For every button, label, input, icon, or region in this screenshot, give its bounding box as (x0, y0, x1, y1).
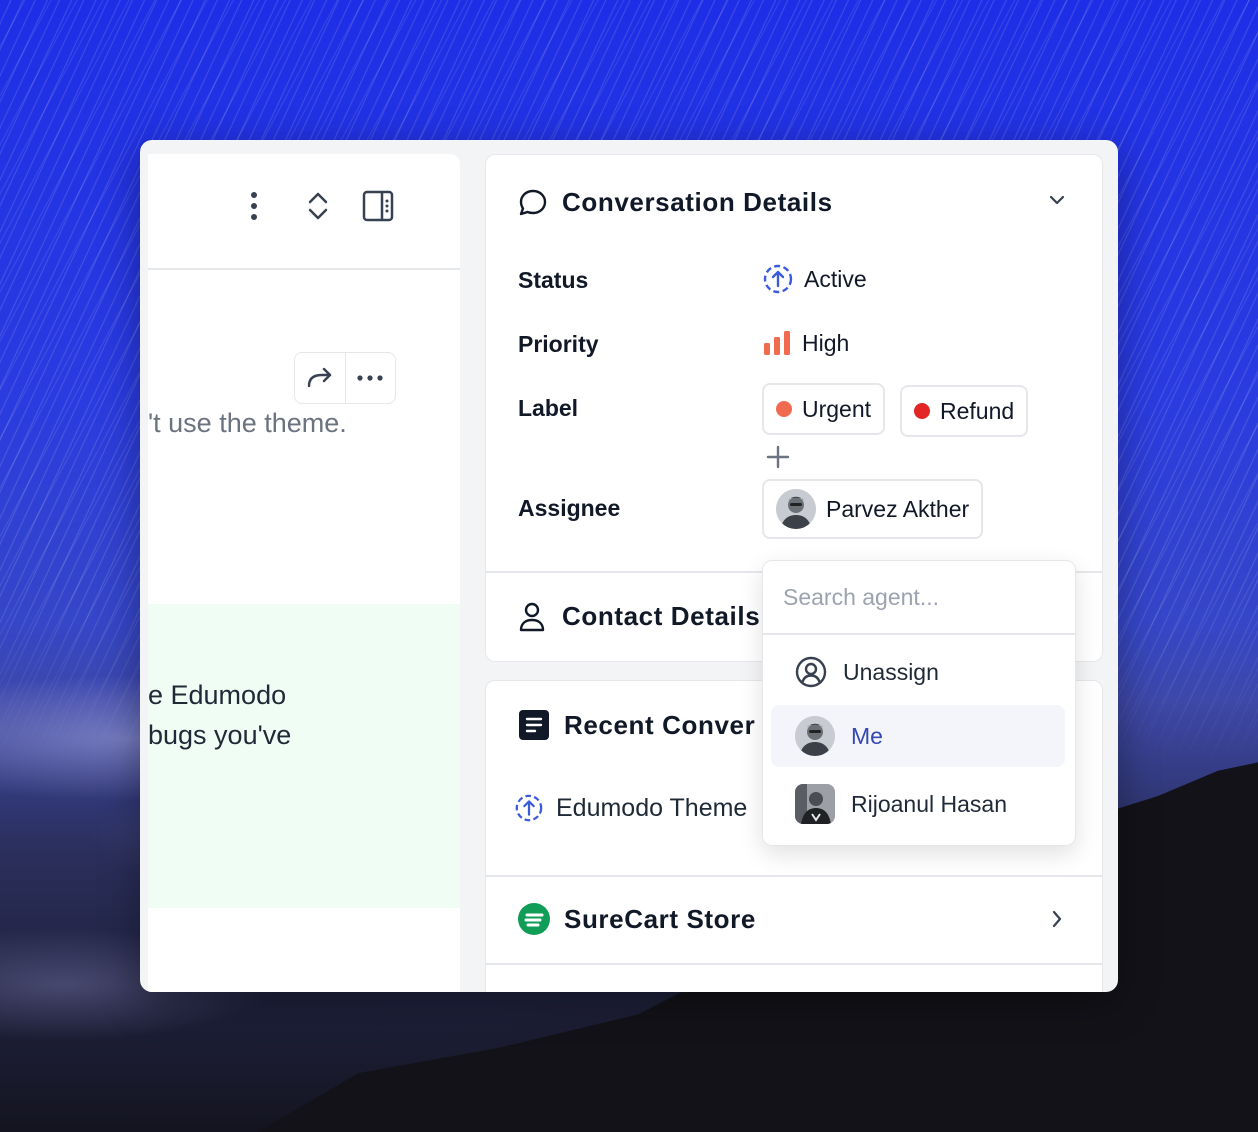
more-horizontal-icon[interactable] (344, 353, 396, 403)
reply-line: bugs you've (148, 720, 292, 750)
label-chip-text: Urgent (802, 395, 872, 422)
chevron-down-icon[interactable] (1048, 193, 1066, 212)
search-agent-input[interactable] (763, 561, 1075, 635)
active-status-icon (762, 263, 794, 295)
contact-details-header[interactable]: Contact Details (518, 601, 760, 632)
surecart-logo-icon (518, 903, 550, 935)
recent-conversations-header[interactable]: Recent Conver (518, 709, 755, 741)
priority-value[interactable]: High (762, 329, 849, 357)
sidebar-toggle-icon[interactable] (360, 188, 396, 224)
label-color-dot (776, 401, 792, 417)
priority-label: Priority (518, 331, 599, 357)
label-chip-urgent[interactable]: Urgent (762, 383, 886, 435)
document-icon (518, 709, 550, 741)
label-chip-text: Refund (940, 397, 1015, 424)
chat-bubble-icon (518, 188, 548, 218)
user-icon (518, 602, 546, 632)
contact-details-title: Contact Details (562, 601, 761, 631)
assignee-selector[interactable]: Parvez Akther (762, 479, 984, 539)
agent-option-rijoanul-hasan[interactable]: Rijoanul Hasan (771, 773, 1065, 835)
conversation-details-header[interactable]: Conversation Details (518, 187, 833, 218)
conversation-pane: 't use the theme. e Edumodo bugs you've (148, 154, 460, 992)
reply-line: e Edumodo (148, 680, 287, 710)
active-status-icon (514, 793, 544, 823)
app-window: 't use the theme. e Edumodo bugs you've … (140, 140, 1118, 992)
avatar (776, 489, 816, 529)
expand-collapse-icon[interactable] (300, 188, 336, 224)
conversation-toolbar (148, 154, 460, 270)
assignee-name: Parvez Akther (826, 495, 970, 522)
priority-bars-icon (762, 329, 792, 357)
surecart-store-header[interactable]: SureCart Store (518, 903, 756, 935)
status-label: Status (518, 267, 589, 293)
agent-dropdown: Unassign Me Rijoanul Hasan (762, 560, 1076, 846)
message-text: 't use the theme. (148, 408, 347, 438)
recent-conversations-title: Recent Conver (564, 709, 756, 740)
reply-message: e Edumodo bugs you've (148, 604, 460, 908)
agent-option-unassign[interactable]: Unassign (771, 641, 1065, 703)
recent-conversation-title: Edumodo Theme (556, 793, 748, 822)
surecart-store-title: SureCart Store (564, 903, 756, 934)
divider (486, 875, 1102, 877)
agent-option-label: Me (851, 722, 883, 749)
forward-icon[interactable] (295, 353, 345, 403)
agent-option-me[interactable]: Me (771, 705, 1065, 767)
label-chip-refund[interactable]: Refund (900, 385, 1029, 437)
add-label-icon[interactable] (766, 445, 790, 474)
avatar (795, 784, 835, 824)
divider (486, 963, 1102, 965)
label-label: Label (518, 395, 579, 421)
status-text: Active (804, 265, 867, 292)
recent-conversation-item[interactable]: Edumodo Theme (514, 793, 747, 823)
conversation-details-title: Conversation Details (562, 187, 833, 217)
agent-option-label: Rijoanul Hasan (851, 790, 1007, 817)
status-value[interactable]: Active (762, 263, 867, 295)
agent-option-label: Unassign (843, 658, 939, 685)
label-color-dot (914, 403, 930, 419)
user-circle-icon (795, 656, 827, 688)
priority-text: High (802, 329, 850, 356)
message-actions (294, 352, 396, 404)
avatar (795, 716, 835, 756)
assignee-label: Assignee (518, 495, 621, 521)
chevron-right-icon[interactable] (1050, 909, 1064, 934)
more-vertical-icon[interactable] (236, 188, 272, 224)
